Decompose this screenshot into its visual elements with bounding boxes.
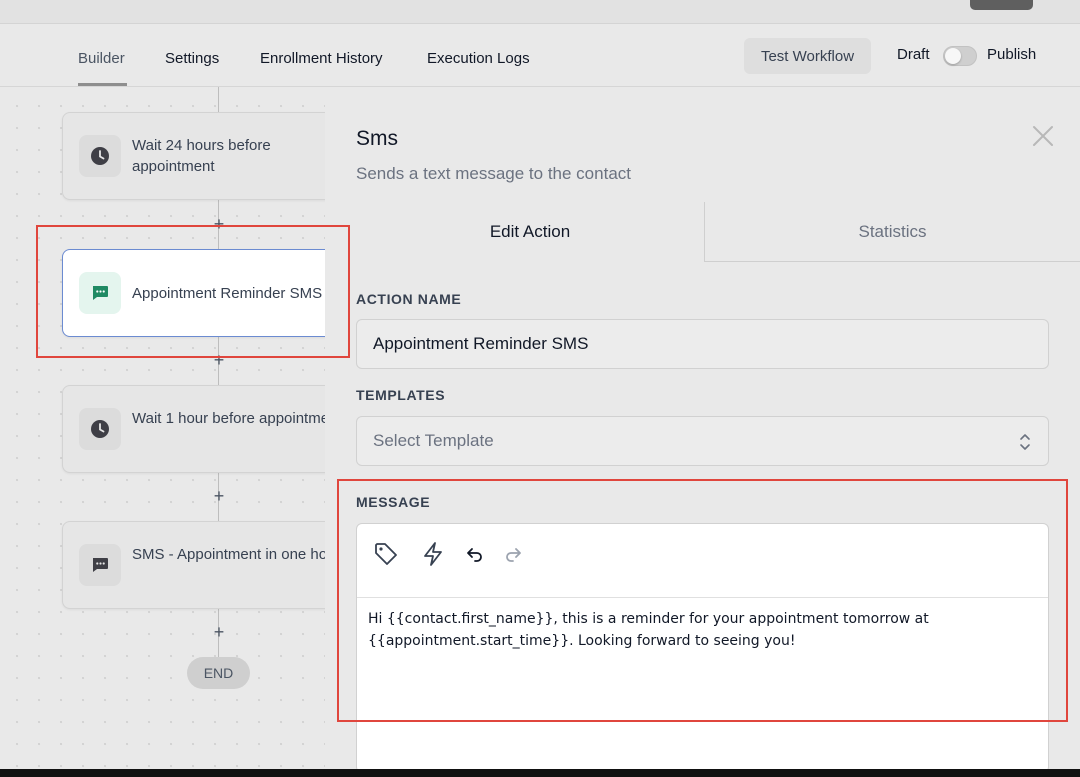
bottom-bar	[0, 769, 1080, 777]
node-label: Wait 24 hours before appointment	[132, 137, 271, 175]
publish-toggle[interactable]	[943, 46, 977, 66]
draft-label: Draft	[897, 46, 930, 63]
message-icon	[79, 544, 121, 586]
node-label: SMS - Appointment in one hour	[132, 546, 325, 563]
workflow-node-wait-1h[interactable]: Wait 1 hour before appointment	[62, 385, 325, 473]
chevron-up-down-icon	[1020, 434, 1030, 450]
top-corner-button[interactable]	[970, 0, 1033, 10]
test-workflow-button[interactable]: Test Workflow	[744, 38, 871, 74]
highlight-box-selected-node	[36, 225, 350, 358]
end-node: END	[187, 657, 250, 689]
templates-label: TEMPLATES	[356, 387, 446, 403]
workflow-node-wait-24h[interactable]: Wait 24 hours before appointment	[62, 112, 325, 200]
tab-statistics[interactable]: Statistics	[704, 202, 1080, 262]
panel-subtitle: Sends a text message to the contact	[356, 164, 631, 183]
panel-title: Sms	[356, 127, 398, 150]
node-label: Wait 1 hour before appointment	[132, 410, 325, 427]
tab-execution-logs[interactable]: Execution Logs	[427, 50, 530, 67]
add-step-button[interactable]: +	[211, 623, 227, 641]
add-step-button[interactable]: +	[211, 487, 227, 505]
template-select[interactable]: Select Template	[356, 416, 1049, 466]
clock-icon	[79, 408, 121, 450]
close-icon[interactable]	[1032, 125, 1054, 147]
template-select-value: Select Template	[373, 431, 494, 450]
toggle-knob	[945, 48, 961, 64]
workflow-node-sms-one-hour[interactable]: SMS - Appointment in one hour	[62, 521, 325, 609]
connector-line	[218, 87, 219, 112]
action-name-label: ACTION NAME	[356, 291, 462, 307]
publish-label: Publish	[987, 46, 1037, 63]
header-tab-bar: Builder Settings Enrollment History Exec…	[0, 24, 1080, 87]
workflow-canvas[interactable]: + + + + Wait 24 hours before appointment…	[0, 87, 325, 769]
tab-enrollment-history[interactable]: Enrollment History	[260, 50, 383, 67]
panel-tabs: Edit Action Statistics	[356, 202, 1080, 262]
top-strip	[0, 0, 1080, 24]
clock-icon	[79, 135, 121, 177]
highlight-box-message	[337, 479, 1068, 722]
active-tab-indicator	[78, 83, 127, 86]
tab-builder[interactable]: Builder	[78, 50, 125, 67]
action-name-input[interactable]: Appointment Reminder SMS	[356, 319, 1049, 369]
tab-edit-action[interactable]: Edit Action	[356, 202, 704, 262]
tab-settings[interactable]: Settings	[165, 50, 219, 67]
